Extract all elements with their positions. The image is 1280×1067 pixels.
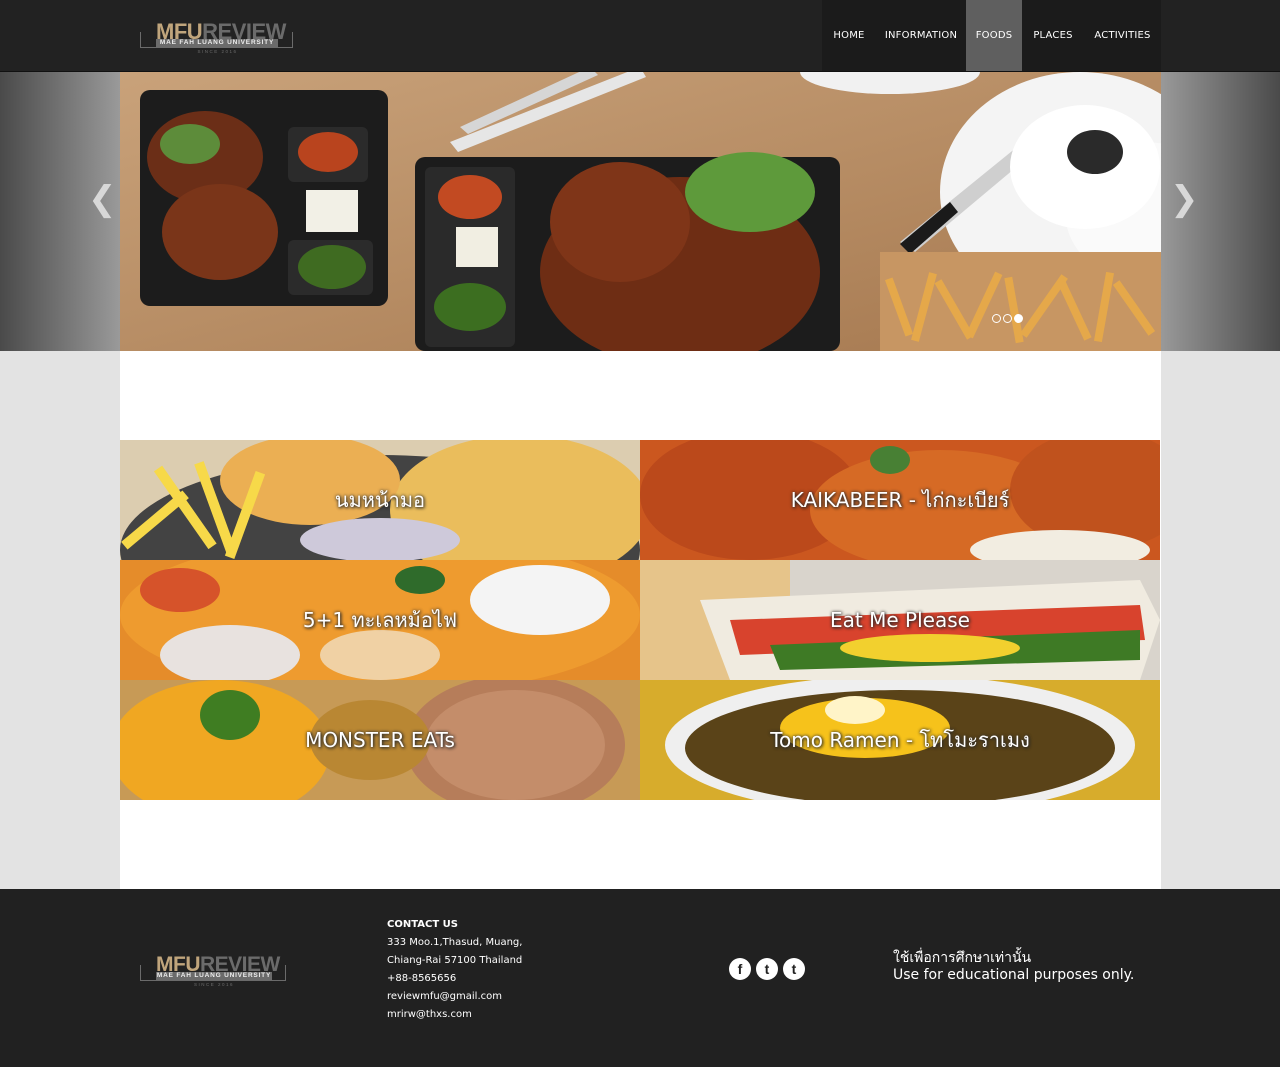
- restaurant-tile-5-plus-1[interactable]: 5+1 ทะเลหม้อไฟ: [120, 560, 640, 680]
- slider-prev-button[interactable]: ❮: [88, 182, 117, 216]
- logo-since: SINCE 2016: [197, 49, 238, 54]
- contact-heading: CONTACT US: [387, 919, 458, 930]
- contact-email-2[interactable]: mrirw@thxs.com: [387, 1006, 522, 1024]
- site-logo[interactable]: MFUREVIEW MAE FAH LUANG UNIVERSITY SINCE…: [140, 20, 295, 54]
- site-footer: MFUREVIEW MAE FAH LUANG UNIVERSITY SINCE…: [0, 889, 1280, 1067]
- slider-dot-2[interactable]: [1003, 314, 1012, 323]
- tile-label: KAIKABEER - ไก่กะเบียร์: [790, 488, 1010, 512]
- education-notice: ใช้เพื่อการศึกษาเท่านั้น Use for educati…: [893, 950, 1134, 984]
- restaurant-tile-tomo-ramen[interactable]: Tomo Ramen - โทโมะราเมง: [640, 680, 1160, 800]
- contact-email-1[interactable]: reviewmfu@gmail.com: [387, 988, 522, 1006]
- contact-address-line-1: 333 Moo.1,Thasud, Muang,: [387, 937, 523, 948]
- tumblr-icon[interactable]: t: [783, 958, 805, 980]
- tile-label: 5+1 ทะเลหม้อไฟ: [302, 608, 458, 632]
- twitter-icon[interactable]: t: [756, 958, 778, 980]
- nav-foods[interactable]: FOODS: [966, 0, 1022, 71]
- social-links: f t t: [729, 958, 805, 980]
- tile-label: Tomo Ramen - โทโมะราเมง: [770, 728, 1030, 752]
- footer-logo[interactable]: MFUREVIEW MAE FAH LUANG UNIVERSITY SINCE…: [140, 953, 288, 987]
- restaurant-tile-nom-na-mor[interactable]: นมหน้ามอ: [120, 440, 640, 560]
- tile-label: MONSTER EATs: [305, 728, 455, 752]
- notice-thai: ใช้เพื่อการศึกษาเท่านั้น: [893, 950, 1032, 966]
- restaurant-tile-monster-eats[interactable]: MONSTER EATs: [120, 680, 640, 800]
- chevron-right-icon: ❯: [1170, 179, 1199, 219]
- nav-information[interactable]: INFORMATION: [876, 0, 966, 71]
- logo-subtitle: MAE FAH LUANG UNIVERSITY: [156, 972, 272, 980]
- logo-subtitle: MAE FAH LUANG UNIVERSITY: [156, 39, 278, 47]
- slider-image: [120, 72, 1161, 351]
- contact-phone: +88-8565656: [387, 973, 457, 984]
- slider-next-button[interactable]: ❯: [1170, 182, 1199, 216]
- slider-dot-1[interactable]: [992, 314, 1001, 323]
- tile-label: นมหน้ามอ: [334, 488, 426, 512]
- tile-label: Eat Me Please: [830, 608, 970, 632]
- slider-pagination: [992, 314, 1023, 323]
- chevron-left-icon: ❮: [88, 179, 117, 219]
- notice-english: Use for educational purposes only.: [893, 967, 1135, 983]
- slider-dot-3[interactable]: [1014, 314, 1023, 323]
- site-header: MFUREVIEW MAE FAH LUANG UNIVERSITY SINCE…: [0, 0, 1280, 72]
- contact-info: CONTACT US 333 Moo.1,Thasud, Muang, Chia…: [387, 916, 522, 1024]
- restaurant-tile-kaikabeer[interactable]: KAIKABEER - ไก่กะเบียร์: [640, 440, 1160, 560]
- food-table-photo: [120, 72, 1161, 351]
- contact-address-line-2: Chiang-Rai 57100 Thailand: [387, 955, 523, 966]
- nav-activities[interactable]: ACTIVITIES: [1084, 0, 1161, 71]
- logo-since: SINCE 2016: [193, 982, 234, 987]
- main-content: นมหน้ามอ KAIKABEER - ไก่กะเบียร์ 5+1 ทะเ…: [120, 351, 1161, 889]
- nav-places[interactable]: PLACES: [1022, 0, 1084, 71]
- facebook-icon[interactable]: f: [729, 958, 751, 980]
- nav-home[interactable]: HOME: [822, 0, 876, 71]
- main-nav: HOME INFORMATION FOODS PLACES ACTIVITIES: [822, 0, 1161, 71]
- restaurant-tile-eat-me-please[interactable]: Eat Me Please: [640, 560, 1160, 680]
